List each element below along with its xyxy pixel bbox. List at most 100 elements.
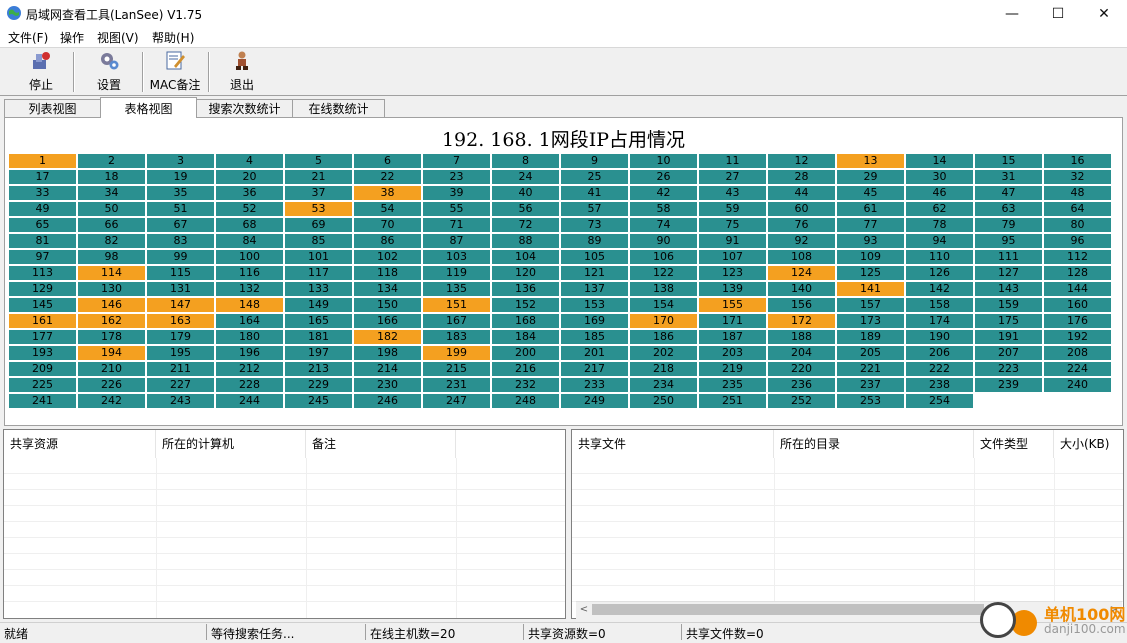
ip-cell[interactable]: 137 <box>561 282 628 296</box>
ip-cell[interactable]: 117 <box>285 266 352 280</box>
ip-cell[interactable]: 22 <box>354 170 421 184</box>
ip-cell[interactable]: 24 <box>492 170 559 184</box>
maximize-button[interactable]: ☐ <box>1035 0 1081 27</box>
ip-cell[interactable]: 214 <box>354 362 421 376</box>
ip-cell[interactable]: 110 <box>906 250 973 264</box>
ip-cell[interactable]: 243 <box>147 394 214 408</box>
ip-cell[interactable]: 25 <box>561 170 628 184</box>
ip-cell[interactable]: 148 <box>216 298 283 312</box>
ip-cell[interactable]: 189 <box>837 330 904 344</box>
ip-cell[interactable]: 6 <box>354 154 421 168</box>
ip-cell[interactable]: 29 <box>837 170 904 184</box>
ip-cell[interactable]: 205 <box>837 346 904 360</box>
ip-cell[interactable]: 11 <box>699 154 766 168</box>
ip-cell[interactable]: 32 <box>1044 170 1111 184</box>
ip-cell[interactable]: 144 <box>1044 282 1111 296</box>
ip-cell[interactable]: 83 <box>147 234 214 248</box>
ip-cell[interactable]: 234 <box>630 378 697 392</box>
ip-cell[interactable]: 179 <box>147 330 214 344</box>
minimize-button[interactable]: — <box>989 0 1035 27</box>
ip-cell[interactable]: 227 <box>147 378 214 392</box>
ip-cell[interactable]: 85 <box>285 234 352 248</box>
ip-cell[interactable]: 191 <box>975 330 1042 344</box>
ip-cell[interactable]: 34 <box>78 186 145 200</box>
ip-cell[interactable]: 206 <box>906 346 973 360</box>
ip-cell[interactable]: 92 <box>768 234 835 248</box>
menu-operate[interactable]: 操作 <box>60 29 84 46</box>
ip-cell[interactable]: 251 <box>699 394 766 408</box>
ip-cell[interactable]: 133 <box>285 282 352 296</box>
ip-cell[interactable]: 77 <box>837 218 904 232</box>
ip-cell[interactable]: 67 <box>147 218 214 232</box>
ip-cell[interactable]: 84 <box>216 234 283 248</box>
ip-cell[interactable]: 1 <box>9 154 76 168</box>
ip-cell[interactable]: 104 <box>492 250 559 264</box>
ip-cell[interactable]: 135 <box>423 282 490 296</box>
ip-cell[interactable]: 213 <box>285 362 352 376</box>
ip-cell[interactable]: 30 <box>906 170 973 184</box>
ip-cell[interactable]: 194 <box>78 346 145 360</box>
ip-cell[interactable]: 177 <box>9 330 76 344</box>
ip-cell[interactable]: 184 <box>492 330 559 344</box>
exit-button[interactable]: 退出 <box>219 50 265 94</box>
col-computer[interactable]: 所在的计算机 <box>156 430 306 458</box>
ip-cell[interactable]: 254 <box>906 394 973 408</box>
ip-cell[interactable]: 220 <box>768 362 835 376</box>
ip-cell[interactable]: 156 <box>768 298 835 312</box>
ip-cell[interactable]: 240 <box>1044 378 1111 392</box>
ip-cell[interactable]: 56 <box>492 202 559 216</box>
ip-cell[interactable]: 111 <box>975 250 1042 264</box>
ip-cell[interactable]: 99 <box>147 250 214 264</box>
ip-cell[interactable]: 165 <box>285 314 352 328</box>
ip-cell[interactable]: 42 <box>630 186 697 200</box>
menu-help[interactable]: 帮助(H) <box>152 29 194 46</box>
ip-cell[interactable]: 41 <box>561 186 628 200</box>
ip-cell[interactable]: 132 <box>216 282 283 296</box>
ip-cell[interactable]: 198 <box>354 346 421 360</box>
ip-cell[interactable]: 20 <box>216 170 283 184</box>
ip-cell[interactable]: 211 <box>147 362 214 376</box>
ip-cell[interactable]: 183 <box>423 330 490 344</box>
ip-cell[interactable]: 88 <box>492 234 559 248</box>
ip-cell[interactable]: 93 <box>837 234 904 248</box>
ip-cell[interactable]: 188 <box>768 330 835 344</box>
ip-cell[interactable]: 31 <box>975 170 1042 184</box>
ip-cell[interactable]: 162 <box>78 314 145 328</box>
ip-cell[interactable]: 78 <box>906 218 973 232</box>
ip-cell[interactable]: 228 <box>216 378 283 392</box>
ip-cell[interactable]: 5 <box>285 154 352 168</box>
ip-cell[interactable]: 249 <box>561 394 628 408</box>
ip-cell[interactable]: 55 <box>423 202 490 216</box>
tab-list-view[interactable]: 列表视图 <box>4 99 101 117</box>
ip-cell[interactable]: 127 <box>975 266 1042 280</box>
ip-cell[interactable]: 105 <box>561 250 628 264</box>
ip-cell[interactable]: 176 <box>1044 314 1111 328</box>
ip-cell[interactable]: 43 <box>699 186 766 200</box>
ip-cell[interactable]: 13 <box>837 154 904 168</box>
ip-cell[interactable]: 147 <box>147 298 214 312</box>
ip-cell[interactable]: 114 <box>78 266 145 280</box>
ip-cell[interactable]: 94 <box>906 234 973 248</box>
ip-cell[interactable]: 153 <box>561 298 628 312</box>
ip-cell[interactable]: 168 <box>492 314 559 328</box>
ip-cell[interactable]: 124 <box>768 266 835 280</box>
ip-cell[interactable]: 44 <box>768 186 835 200</box>
ip-cell[interactable]: 229 <box>285 378 352 392</box>
ip-cell[interactable]: 57 <box>561 202 628 216</box>
ip-cell[interactable]: 130 <box>78 282 145 296</box>
ip-cell[interactable]: 230 <box>354 378 421 392</box>
ip-cell[interactable]: 59 <box>699 202 766 216</box>
ip-cell[interactable]: 151 <box>423 298 490 312</box>
ip-cell[interactable]: 166 <box>354 314 421 328</box>
ip-cell[interactable]: 21 <box>285 170 352 184</box>
ip-cell[interactable]: 218 <box>630 362 697 376</box>
ip-cell[interactable]: 101 <box>285 250 352 264</box>
ip-cell[interactable]: 10 <box>630 154 697 168</box>
ip-cell[interactable]: 212 <box>216 362 283 376</box>
ip-cell[interactable]: 64 <box>1044 202 1111 216</box>
ip-cell[interactable]: 238 <box>906 378 973 392</box>
col-file-type[interactable]: 文件类型 <box>974 430 1054 458</box>
ip-cell[interactable]: 96 <box>1044 234 1111 248</box>
ip-cell[interactable]: 225 <box>9 378 76 392</box>
ip-cell[interactable]: 112 <box>1044 250 1111 264</box>
